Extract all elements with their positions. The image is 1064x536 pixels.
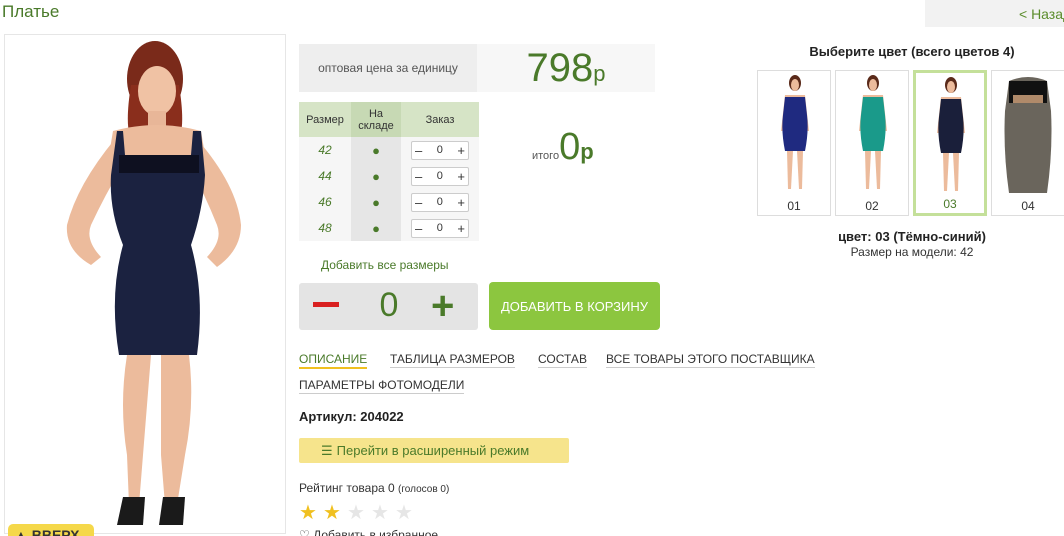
size-quantity-value[interactable]: 0 xyxy=(437,170,443,182)
model-size-label: Размер на модели: 42 xyxy=(850,245,974,259)
add-to-favorites-link[interactable]: ♡ Добавить в избранное xyxy=(299,528,438,536)
tab-model-parameters[interactable]: ПАРАМЕТРЫ ФОТОМОДЕЛИ xyxy=(299,378,465,394)
dress-photo-illustration xyxy=(66,41,241,525)
price-label: оптовая цена за единицу xyxy=(318,61,458,75)
list-icon: ☰ xyxy=(321,443,333,458)
quantity-stepper: 0 + xyxy=(299,283,478,330)
size-row: 44 ● – 0 + xyxy=(299,163,479,189)
size-value: 42 xyxy=(299,137,351,163)
increase-button[interactable]: + xyxy=(457,221,465,236)
swatch-thumbnail xyxy=(1004,77,1052,193)
size-value: 48 xyxy=(299,215,351,241)
main-product-photo[interactable] xyxy=(4,34,286,534)
total-currency: р xyxy=(580,139,594,164)
article-number: Артикул: 204022 xyxy=(299,409,404,424)
swatch-label: 04 xyxy=(1021,199,1035,213)
decrease-button[interactable]: – xyxy=(415,169,422,184)
size-quantity-value[interactable]: 0 xyxy=(437,222,443,234)
size-quantity-value[interactable]: 0 xyxy=(437,144,443,156)
color-swatch-03[interactable]: 03 xyxy=(913,70,987,216)
in-stock-indicator: ● xyxy=(351,215,401,241)
swatch-thumbnail xyxy=(781,75,809,189)
swatch-thumbnail xyxy=(859,75,887,189)
size-quantity-stepper: – 0 + xyxy=(411,192,469,212)
tab-description[interactable]: ОПИСАНИЕ xyxy=(299,352,368,369)
swatch-thumbnail xyxy=(937,77,965,191)
in-stock-indicator: ● xyxy=(351,163,401,189)
page-title: Платье xyxy=(2,2,60,21)
advanced-mode-button[interactable]: ☰ Перейти в расширенный режим xyxy=(299,438,569,463)
price-number: 798 xyxy=(526,46,594,90)
rating-stars: ★ ★ ★ ★ ★ xyxy=(299,500,419,525)
color-picker-title: Выберите цвет (всего цветов 4) xyxy=(809,44,1015,59)
increase-button[interactable]: + xyxy=(457,195,465,210)
in-stock-indicator: ● xyxy=(351,189,401,215)
favorite-label: Добавить в избранное xyxy=(313,528,439,536)
size-quantity-stepper: – 0 + xyxy=(411,166,469,186)
size-quantity-stepper: – 0 + xyxy=(411,140,469,160)
rating-text: Рейтинг товара 0 (голосов 0) xyxy=(299,481,449,495)
rating-votes: (голосов 0) xyxy=(398,484,450,495)
quantity-plus-button[interactable]: + xyxy=(431,286,454,326)
swatch-label: 03 xyxy=(943,197,957,211)
size-quantity-stepper: – 0 + xyxy=(411,218,469,238)
selected-color-label: цвет: 03 (Тёмно-синий) xyxy=(838,229,986,244)
price-box: оптовая цена за единицу 798р xyxy=(299,44,655,92)
order-cell: – 0 + xyxy=(401,137,479,163)
star-icon[interactable]: ★ xyxy=(395,500,419,525)
tab-composition[interactable]: СОСТАВ xyxy=(538,352,587,368)
add-all-sizes-link[interactable]: Добавить все размеры xyxy=(321,258,449,272)
star-icon[interactable]: ★ xyxy=(323,500,347,525)
in-stock-indicator: ● xyxy=(351,137,401,163)
color-swatch-01[interactable]: 01 xyxy=(757,70,831,216)
size-row: 46 ● – 0 + xyxy=(299,189,479,215)
tab-size-chart[interactable]: ТАБЛИЦА РАЗМЕРОВ xyxy=(390,352,515,368)
star-icon[interactable]: ★ xyxy=(371,500,395,525)
advanced-mode-label: Перейти в расширенный режим xyxy=(336,443,530,458)
size-row: 48 ● – 0 + xyxy=(299,215,479,241)
size-value: 46 xyxy=(299,189,351,215)
add-to-cart-button[interactable]: ДОБАВИТЬ В КОРЗИНУ xyxy=(489,282,660,330)
scroll-up-button[interactable]: ▲ ВВЕРХ xyxy=(8,524,94,536)
order-cell: – 0 + xyxy=(401,189,479,215)
star-icon[interactable]: ★ xyxy=(299,500,323,525)
total-value: 0 xyxy=(559,126,581,168)
order-total: итого0р xyxy=(532,126,594,169)
swatch-label: 01 xyxy=(787,199,801,213)
quantity-value[interactable]: 0 xyxy=(359,286,419,325)
decrease-button[interactable]: – xyxy=(415,143,422,158)
color-swatch-02[interactable]: 02 xyxy=(835,70,909,216)
order-cell: – 0 + xyxy=(401,215,479,241)
order-header: Заказ xyxy=(401,102,479,137)
rating-label: Рейтинг товара 0 xyxy=(299,481,395,495)
quantity-minus-button[interactable] xyxy=(313,302,339,307)
color-swatch-04[interactable]: 04 xyxy=(991,70,1064,216)
size-value: 44 xyxy=(299,163,351,189)
increase-button[interactable]: + xyxy=(457,169,465,184)
tab-supplier-products[interactable]: ВСЕ ТОВАРЫ ЭТОГО ПОСТАВЩИКА xyxy=(606,352,815,368)
price-value: 798р xyxy=(477,44,655,92)
star-icon[interactable]: ★ xyxy=(347,500,371,525)
swatch-label: 02 xyxy=(865,199,879,213)
size-quantity-value[interactable]: 0 xyxy=(437,196,443,208)
price-currency: р xyxy=(593,61,606,86)
decrease-button[interactable]: – xyxy=(415,195,422,210)
stock-header: На складе xyxy=(351,102,401,137)
total-label: итого xyxy=(532,150,560,162)
size-header: Размер xyxy=(299,102,351,137)
size-order-table: Размер На складе Заказ 42 ● –0 +44 ● –0 +46 ● –0… xyxy=(299,102,479,241)
increase-button[interactable]: + xyxy=(457,143,465,158)
decrease-button[interactable]: – xyxy=(415,221,422,236)
order-cell: – 0 + xyxy=(401,163,479,189)
size-row: 42 ● – 0 + xyxy=(299,137,479,163)
heart-icon: ♡ xyxy=(299,528,310,536)
back-link[interactable]: < Назад xyxy=(925,0,1064,27)
